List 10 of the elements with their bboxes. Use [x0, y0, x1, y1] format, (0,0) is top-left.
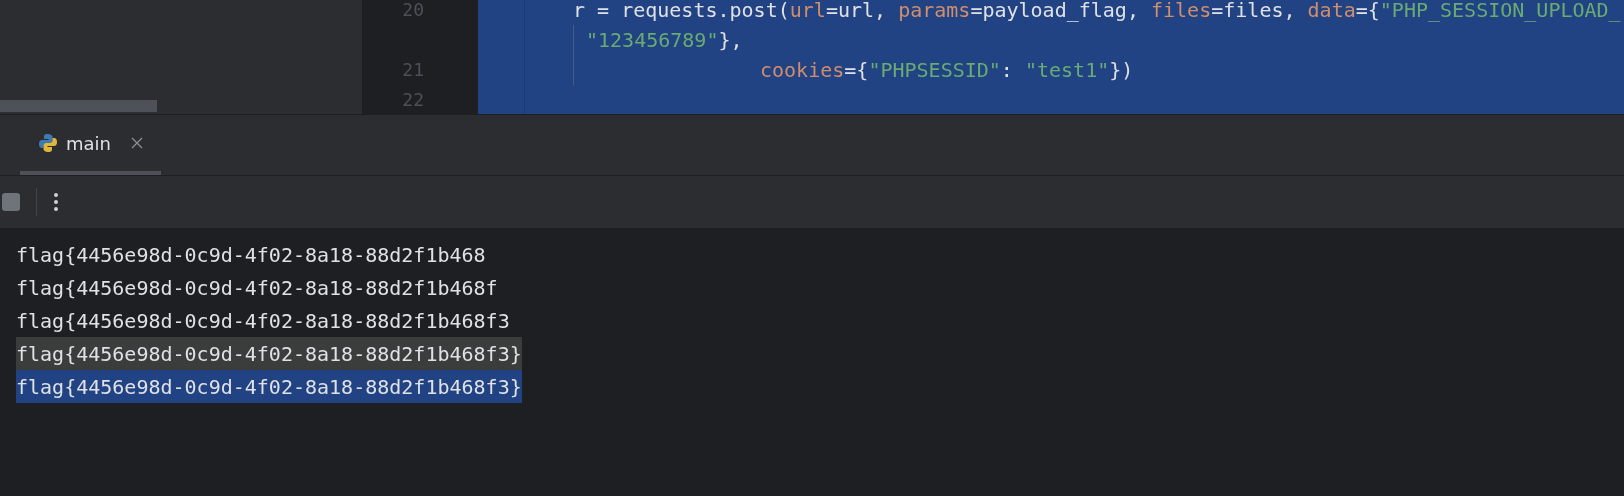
console-line: flag{4456e98d-0c9d-4f02-8a18-88d2f1b468f: [16, 274, 498, 302]
more-icon[interactable]: [53, 192, 59, 212]
python-icon: [38, 133, 58, 153]
scrollbar-thumb[interactable]: [0, 100, 157, 112]
close-icon[interactable]: [131, 137, 143, 149]
code-line: cookies={"PHPSESSID": "test1"}): [760, 57, 1134, 84]
console-line: flag{4456e98d-0c9d-4f02-8a18-88d2f1b468f3: [16, 307, 510, 335]
console-line: flag{4456e98d-0c9d-4f02-8a18-88d2f1b468: [16, 241, 486, 269]
code-line: "123456789"},: [586, 27, 743, 54]
code-line: r = requests.post(url=url, params=payload_flag, files=files, data={"PHP_SESSION_UPLOAD_: [573, 0, 1621, 24]
